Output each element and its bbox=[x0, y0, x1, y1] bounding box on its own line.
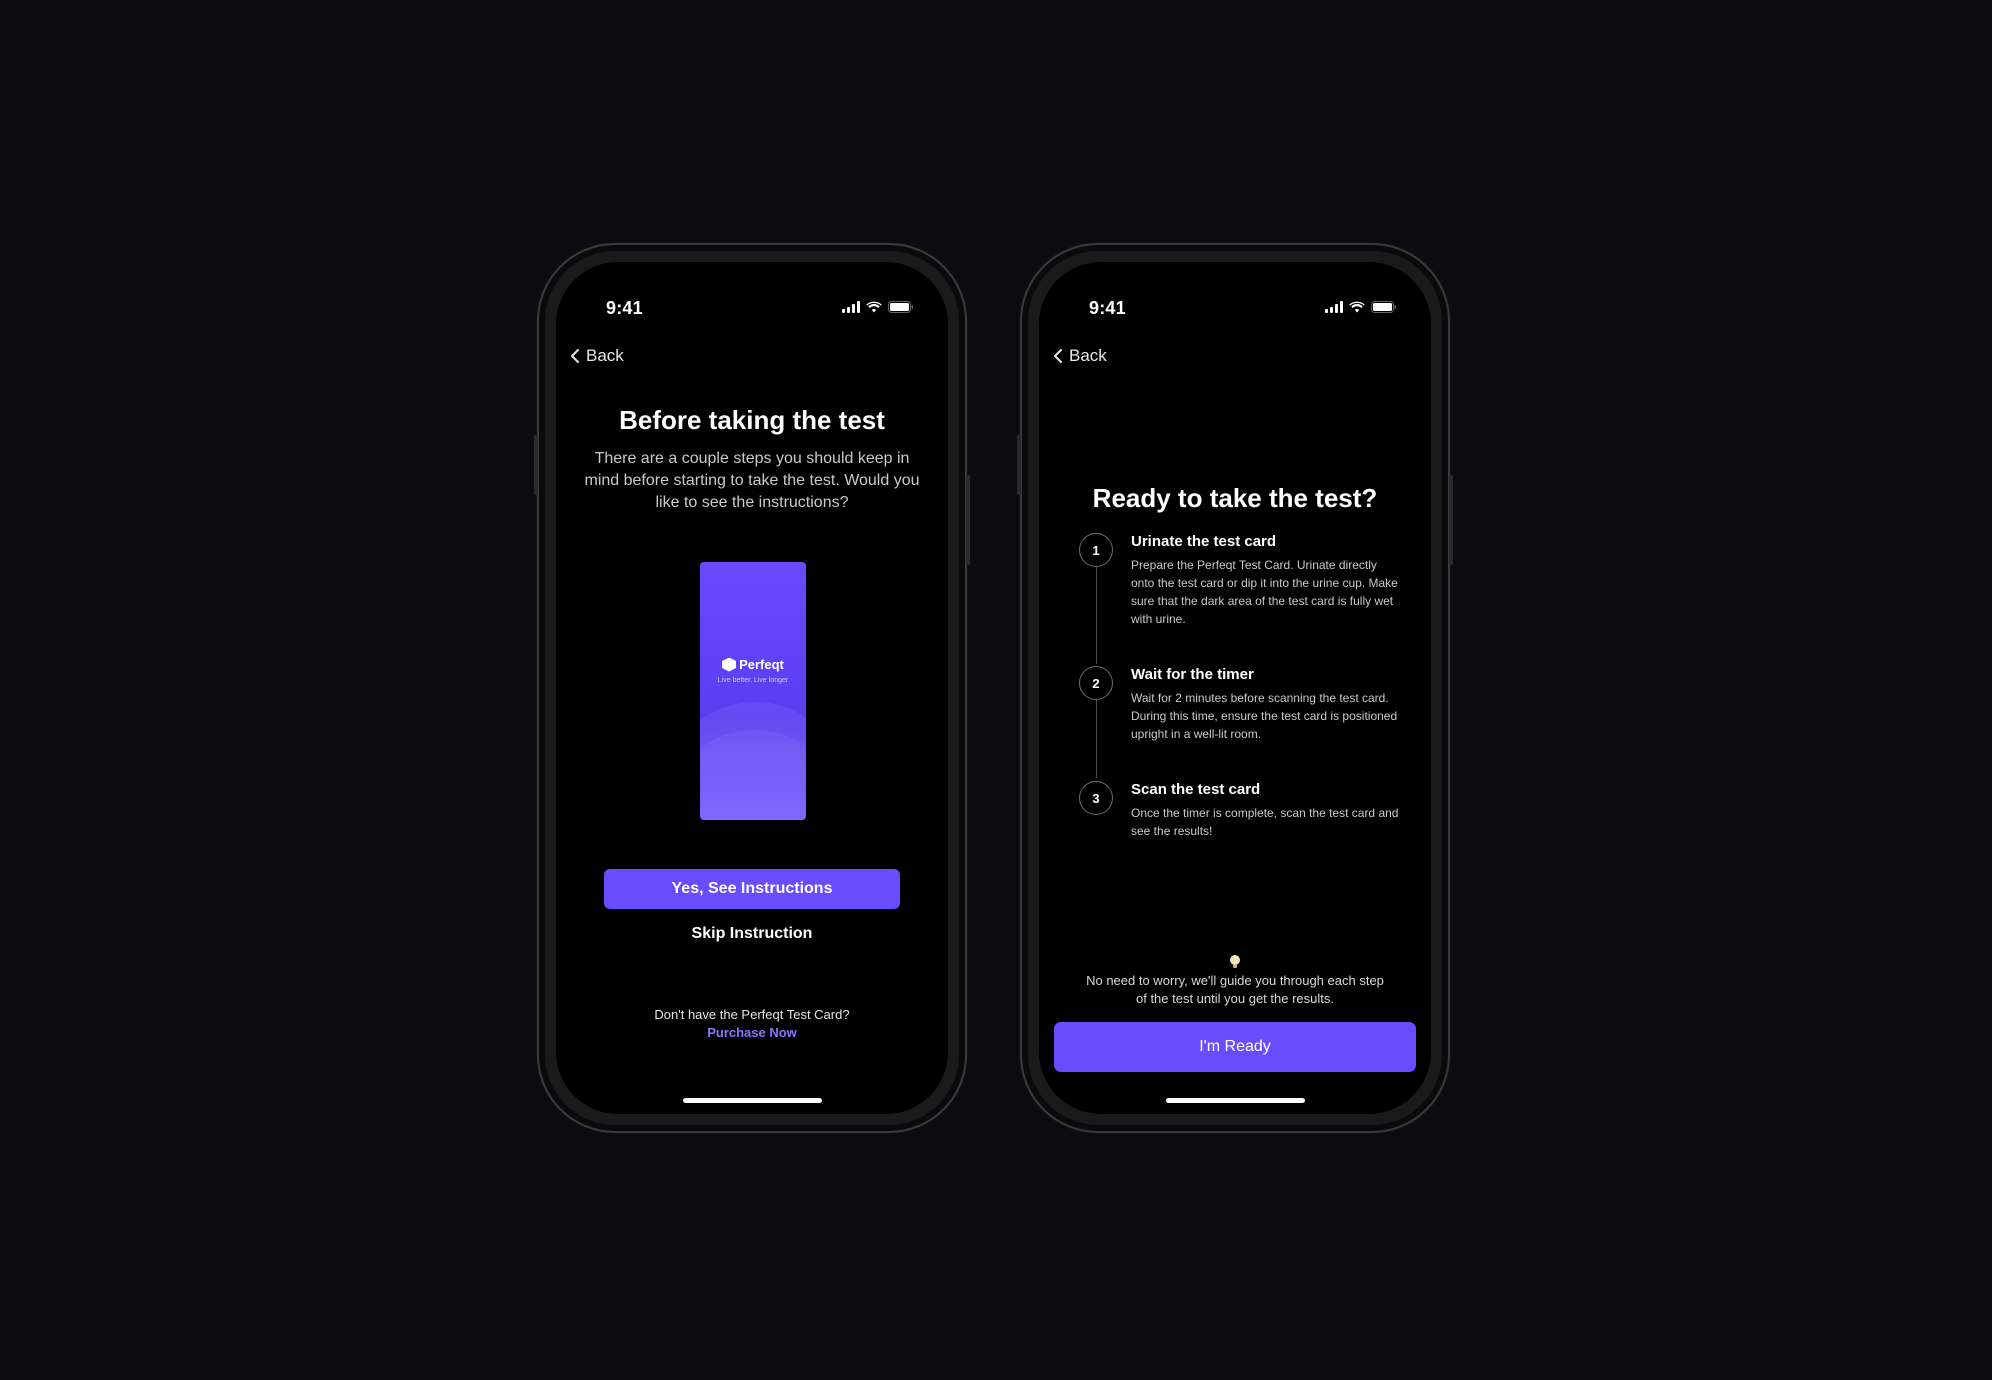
page-title: Ready to take the test? bbox=[1092, 483, 1378, 513]
home-indicator[interactable] bbox=[1166, 1098, 1305, 1103]
screen-before-test: 9:41 Back Before taking the test There a… bbox=[556, 262, 948, 1114]
skip-instruction-link[interactable]: Skip Instruction bbox=[556, 925, 948, 943]
back-label: Back bbox=[1069, 346, 1107, 365]
back-label: Back bbox=[586, 346, 624, 365]
phone-frame-ready: 9:41 Back Ready to take the test? 1 Urin… bbox=[1017, 243, 1453, 1133]
lightbulb-icon bbox=[1230, 955, 1240, 968]
wifi-icon bbox=[866, 301, 882, 313]
purchase-now-link[interactable]: Purchase Now bbox=[556, 1025, 948, 1040]
step-title: Scan the test card bbox=[1131, 781, 1261, 798]
chevron-left-icon bbox=[571, 349, 579, 363]
step-description: Prepare the Perfeqt Test Card. Urinate d… bbox=[1131, 558, 1398, 626]
step-item: 2 Wait for the timer Wait for 2 minutes … bbox=[1079, 666, 1401, 780]
status-bar: 9:41 bbox=[556, 298, 948, 320]
step-title: Urinate the test card bbox=[1131, 533, 1277, 550]
battery-icon bbox=[1371, 301, 1397, 313]
step-title: Wait for the timer bbox=[1131, 666, 1254, 683]
page-title: Before taking the test bbox=[619, 405, 885, 435]
status-bar: 9:41 bbox=[1039, 298, 1431, 320]
brand-logo: Perfeqt bbox=[700, 657, 806, 672]
step-connector bbox=[1096, 566, 1097, 664]
step-description: Wait for 2 minutes before scanning the t… bbox=[1131, 691, 1398, 741]
phone-frame-instructions-prompt: 9:41 Back Before taking the test There a… bbox=[534, 243, 970, 1133]
wifi-icon bbox=[1349, 301, 1365, 313]
step-number: 2 bbox=[1079, 666, 1113, 700]
hexagon-logo-icon bbox=[722, 657, 737, 672]
step-item: 1 Urinate the test card Prepare the Perf… bbox=[1079, 533, 1401, 665]
brand-name: Perfeqt bbox=[739, 657, 784, 672]
purchase-question: Don't have the Perfeqt Test Card? bbox=[654, 1007, 850, 1022]
step-connector bbox=[1096, 698, 1097, 778]
reassurance-text: No need to worry, we'll guide you throug… bbox=[1086, 973, 1384, 1006]
step-item: 3 Scan the test card Once the timer is c… bbox=[1079, 781, 1401, 840]
status-time: 9:41 bbox=[1089, 298, 1126, 318]
cellular-signal-icon bbox=[1325, 301, 1343, 313]
im-ready-button[interactable]: I'm Ready bbox=[1054, 1022, 1416, 1072]
step-description: Once the timer is complete, scan the tes… bbox=[1131, 806, 1399, 838]
see-instructions-button[interactable]: Yes, See Instructions bbox=[604, 869, 900, 909]
step-number: 1 bbox=[1079, 533, 1113, 567]
brand-tagline: Live better. Live longer bbox=[717, 677, 789, 684]
status-time: 9:41 bbox=[606, 298, 643, 318]
chevron-left-icon bbox=[1054, 349, 1062, 363]
back-button[interactable]: Back bbox=[570, 346, 624, 366]
status-icons bbox=[842, 301, 914, 313]
steps-list: 1 Urinate the test card Prepare the Perf… bbox=[1079, 532, 1401, 840]
step-number: 3 bbox=[1079, 781, 1113, 815]
screen-ready-to-test: 9:41 Back Ready to take the test? 1 Urin… bbox=[1039, 262, 1431, 1114]
back-button[interactable]: Back bbox=[1053, 346, 1107, 366]
test-card-image: Perfeqt Live better. Live longer bbox=[700, 562, 806, 820]
status-icons bbox=[1325, 301, 1397, 313]
battery-icon bbox=[888, 301, 914, 313]
home-indicator[interactable] bbox=[683, 1098, 822, 1103]
cellular-signal-icon bbox=[842, 301, 860, 313]
page-description: There are a couple steps you should keep… bbox=[584, 450, 920, 511]
